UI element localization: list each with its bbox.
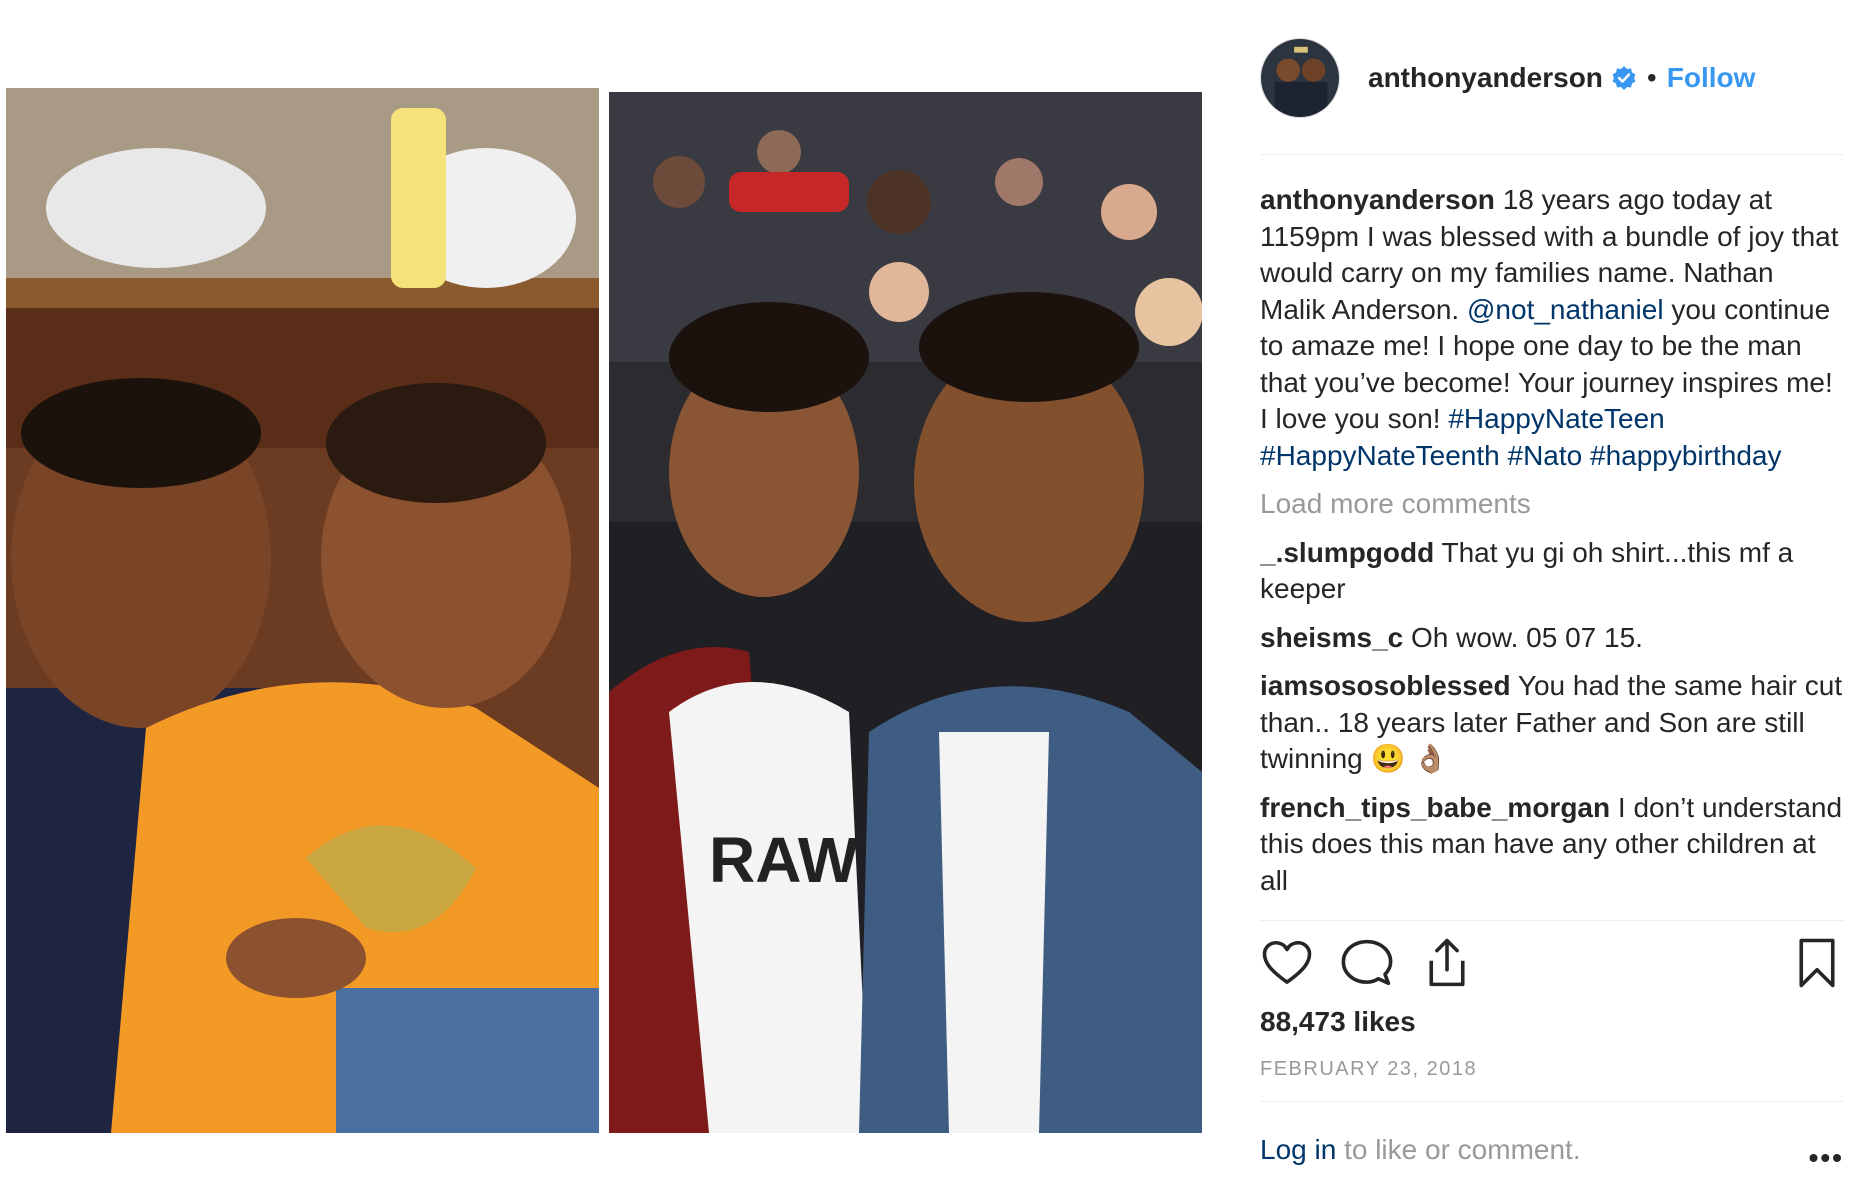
comment-icon[interactable]: [1340, 936, 1394, 990]
comment-username[interactable]: sheisms_c: [1260, 622, 1403, 653]
comment-item: sheisms_c Oh wow. 05 07 15.: [1260, 620, 1844, 657]
photo-left-childhood: [6, 88, 599, 1133]
photo-right-recent: RAW: [609, 92, 1202, 1133]
follow-button[interactable]: Follow: [1667, 62, 1756, 94]
comments-list[interactable]: anthonyanderson 18 years ago today at 11…: [1260, 182, 1844, 918]
share-icon[interactable]: [1420, 936, 1474, 990]
comment-item: _.slumpgodd That yu gi oh shirt...this m…: [1260, 535, 1844, 608]
post-image[interactable]: RAW: [6, 88, 1202, 1133]
bookmark-icon[interactable]: [1790, 936, 1844, 990]
login-prompt-text: to like or comment.: [1336, 1134, 1581, 1165]
load-more-comments-button[interactable]: Load more comments: [1260, 486, 1844, 523]
post-sidebar: anthonyanderson • Follow anthonyanderson…: [1260, 0, 1844, 1192]
svg-text:RAW: RAW: [709, 824, 859, 896]
verified-badge-icon: [1611, 65, 1637, 91]
separator-dot: •: [1646, 62, 1657, 93]
action-bar: [1260, 936, 1844, 992]
header-username[interactable]: anthonyanderson: [1368, 62, 1603, 94]
mention-link[interactable]: @not_nathaniel: [1467, 294, 1664, 325]
divider: [1260, 920, 1844, 921]
likes-count[interactable]: 88,473 likes: [1260, 1006, 1416, 1038]
comment-text: Oh wow. 05 07 15.: [1403, 621, 1643, 653]
comment-username[interactable]: _.slumpgodd: [1260, 537, 1434, 568]
divider: [1260, 154, 1844, 155]
divider: [1260, 1101, 1844, 1102]
comment-username[interactable]: iamsososoblessed: [1260, 670, 1511, 701]
more-options-button[interactable]: •••: [1809, 1142, 1844, 1174]
comment-item: french_tips_babe_morgan I don’t understa…: [1260, 790, 1844, 900]
post-header: anthonyanderson • Follow: [1260, 36, 1844, 120]
comment-username[interactable]: french_tips_babe_morgan: [1260, 792, 1610, 823]
comment-item: iamsososoblessed You had the same hair c…: [1260, 668, 1844, 778]
login-prompt: Log in to like or comment.: [1260, 1134, 1844, 1166]
caption-username[interactable]: anthonyanderson: [1260, 184, 1495, 215]
caption: anthonyanderson 18 years ago today at 11…: [1260, 182, 1844, 474]
heart-icon[interactable]: [1260, 936, 1314, 990]
avatar[interactable]: [1260, 38, 1340, 118]
post-date[interactable]: FEBRUARY 23, 2018: [1260, 1058, 1477, 1081]
login-link[interactable]: Log in: [1260, 1134, 1336, 1165]
